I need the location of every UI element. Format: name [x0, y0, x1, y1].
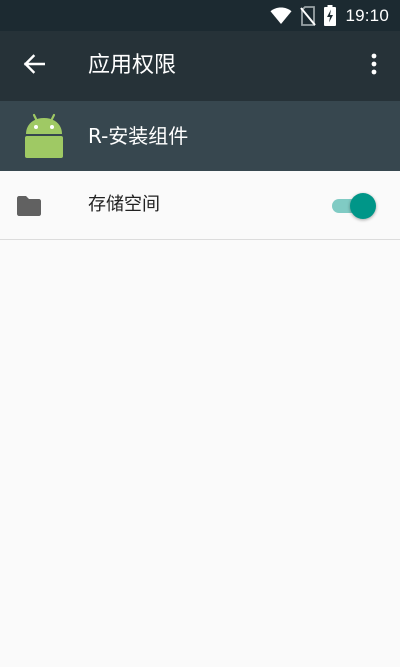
permission-row-storage[interactable]: 存储空间 — [0, 171, 400, 240]
more-options-button[interactable] — [362, 48, 386, 84]
arrow-back-icon — [23, 54, 46, 78]
battery-charging-icon — [324, 5, 337, 26]
app-name: R-安装组件 — [88, 124, 189, 148]
app-header: R-安装组件 — [0, 101, 400, 171]
page-title: 应用权限 — [88, 53, 177, 78]
more-vert-icon — [371, 53, 377, 79]
status-time: 19:10 — [345, 5, 389, 25]
status-bar: 19:10 — [0, 0, 400, 31]
toggle-thumb — [350, 193, 376, 219]
wifi-icon — [270, 7, 292, 25]
permission-label: 存储空间 — [88, 194, 160, 215]
app-bar: 应用权限 — [0, 31, 400, 101]
back-button[interactable] — [14, 48, 54, 84]
screen: 19:10 应用权限 R-安装组件 存储空间 — [0, 0, 400, 667]
folder-icon — [16, 195, 42, 217]
storage-permission-toggle[interactable] — [330, 193, 376, 219]
status-icons: 19:10 — [270, 0, 389, 31]
android-icon — [22, 113, 66, 159]
no-sim-icon — [300, 5, 317, 26]
